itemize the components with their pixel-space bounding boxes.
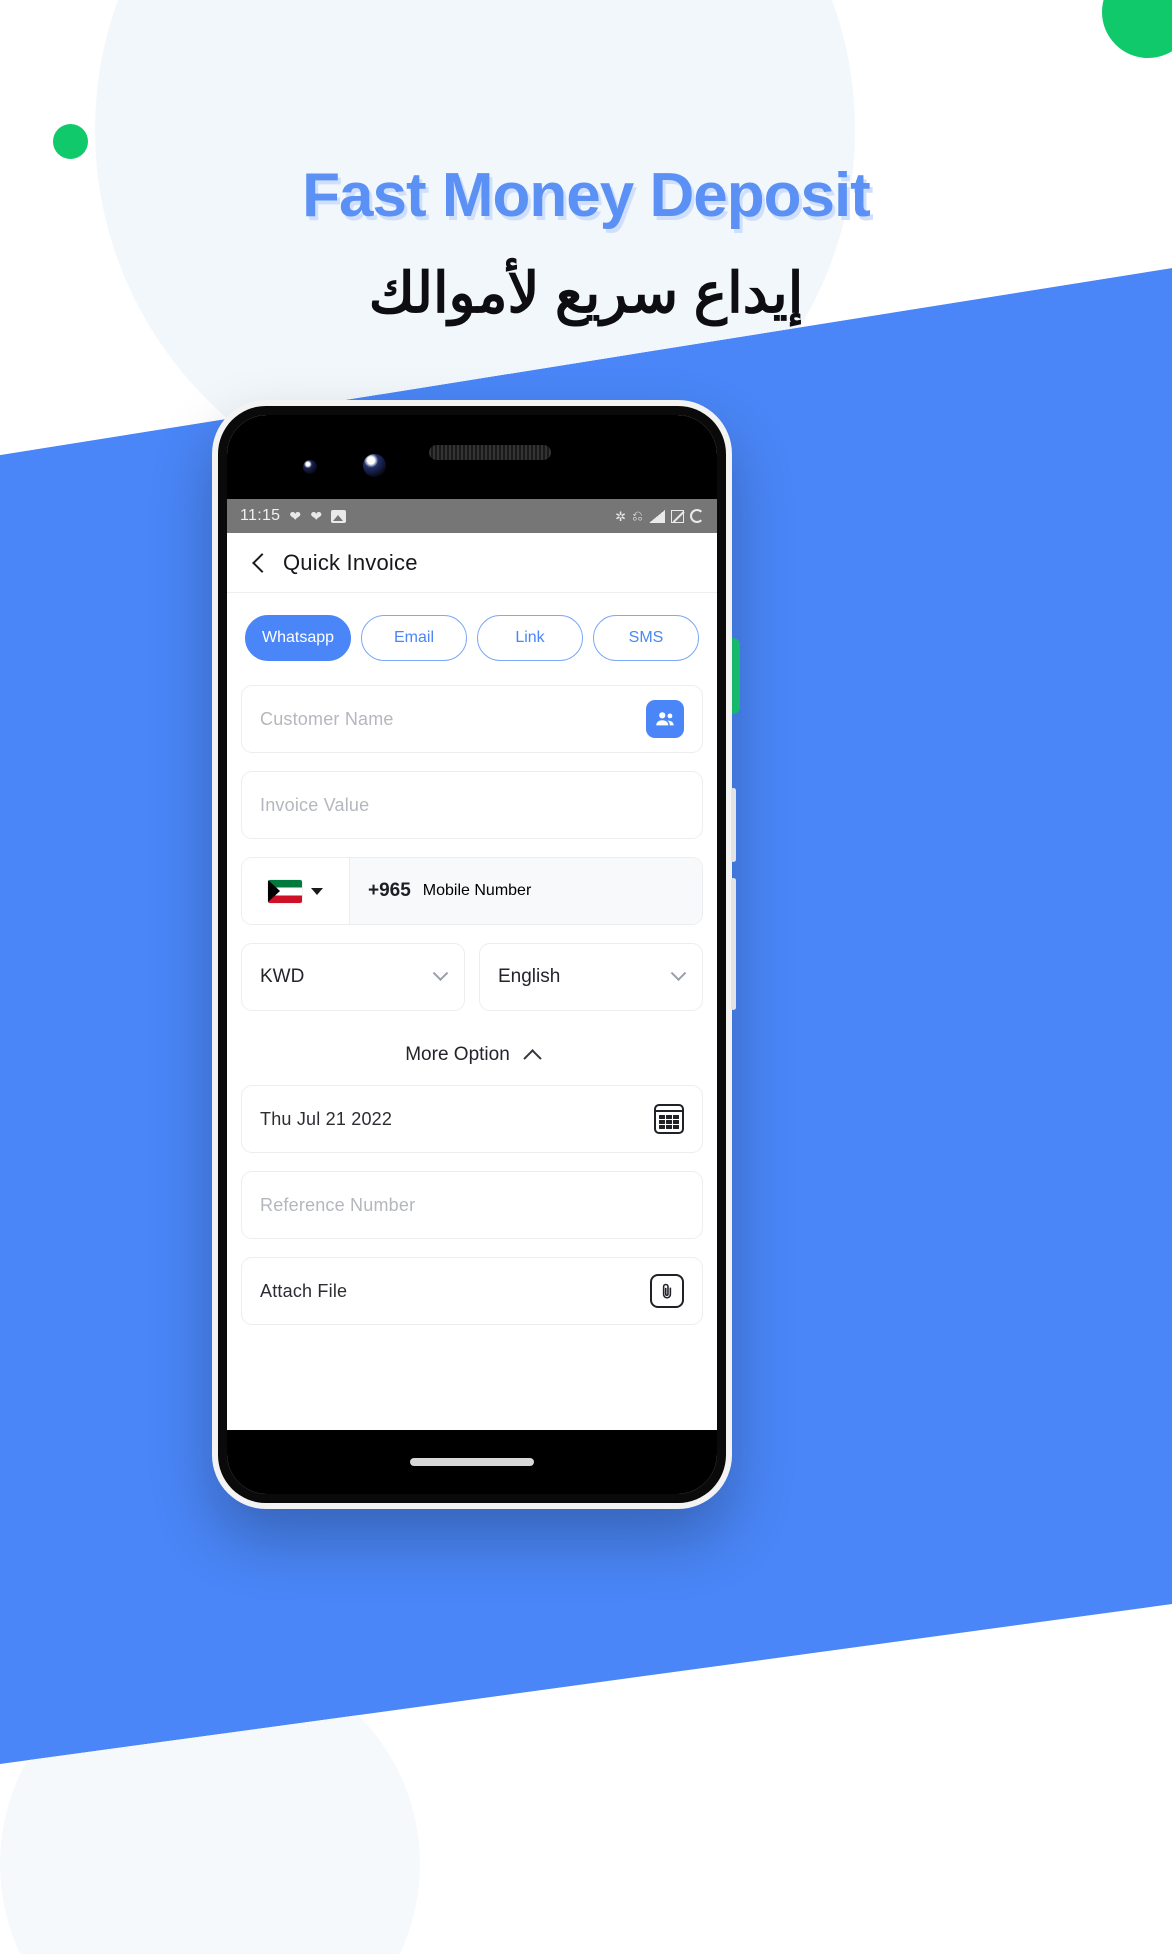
contacts-icon[interactable] [646,700,684,738]
mobile-number-field[interactable]: +965 Mobile Number [350,858,702,924]
invoice-value-field[interactable]: Invoice Value [241,771,703,839]
currency-language-row: KWD English [241,943,703,1011]
green-dot-decoration [53,124,88,159]
customer-name-field[interactable]: Customer Name [241,685,703,753]
reference-number-placeholder: Reference Number [260,1194,416,1215]
language-value: English [498,966,561,987]
tab-whatsapp[interactable]: Whatsapp [245,615,351,661]
reference-number-field[interactable]: Reference Number [241,1171,703,1239]
tab-email[interactable]: Email [361,615,467,661]
status-time: 11:15 [240,507,281,524]
photo-icon [331,509,347,523]
no-sim-icon [671,509,684,523]
earpiece-speaker [429,445,551,460]
android-nav-bar [227,1430,717,1494]
page-title: Quick Invoice [283,549,418,575]
currency-select[interactable]: KWD [241,943,465,1011]
promo-stage: Fast Money Deposit إيداع سريع لأموالك 11… [0,0,1172,1954]
chevron-up-icon [523,1048,542,1068]
page-title-english: Fast Money Deposit [302,161,871,230]
camera-icon-secondary [303,460,317,474]
android-status-bar: 11:15 ❤ ❤ ✲ ⎌ [227,499,717,533]
kuwait-flag-icon [268,879,302,903]
attach-file-field[interactable]: Attach File [241,1257,703,1325]
currency-value: KWD [260,966,305,987]
bluetooth-icon: ✲ [615,508,627,524]
paperclip-icon[interactable] [650,1274,684,1308]
attach-file-label: Attach File [260,1280,348,1301]
phone-side-button-power [731,878,736,1010]
invoice-value-placeholder: Invoice Value [260,794,370,815]
chevron-down-icon [311,887,323,895]
app-content: Whatsapp Email Link SMS Customer Name In… [227,593,717,1430]
phone-screen: 11:15 ❤ ❤ ✲ ⎌ Quick Invoice Whatsapp Ema… [227,415,717,1494]
customer-name-placeholder: Customer Name [260,708,394,729]
signal-icon [649,509,665,523]
vibrate-icon: ⎌ [632,508,643,523]
more-option-toggle[interactable]: More Option [241,1025,703,1085]
tab-link[interactable]: Link [477,615,583,661]
date-value: Thu Jul 21 2022 [260,1108,393,1129]
calendar-icon[interactable] [654,1104,684,1134]
phone-side-button-volume [731,788,736,862]
mobile-number-placeholder: Mobile Number [422,882,532,899]
heart-icon: ❤ [310,508,323,524]
heart-icon: ❤ [289,508,302,524]
date-field[interactable]: Thu Jul 21 2022 [241,1085,703,1153]
phone-top-bezel [227,415,717,499]
tab-sms[interactable]: SMS [593,615,699,661]
mobile-number-row: +965 Mobile Number [241,857,703,925]
back-chevron-icon[interactable] [247,551,271,575]
status-bar-left: 11:15 ❤ ❤ [240,507,347,525]
phone-mockup: 11:15 ❤ ❤ ✲ ⎌ Quick Invoice Whatsapp Ema… [212,400,736,1509]
promo-headings: Fast Money Deposit إيداع سريع لأموالك [0,160,1172,330]
status-bar-right: ✲ ⎌ [615,508,704,524]
chevron-down-icon [670,964,687,981]
nav-gesture-pill[interactable] [410,1458,534,1466]
page-title-arabic: إيداع سريع لأموالك [368,261,804,325]
app-header: Quick Invoice [227,533,717,593]
language-select[interactable]: English [479,943,703,1011]
camera-icon-primary [363,454,386,477]
dial-code: +965 [368,880,411,901]
battery-icon [690,509,704,523]
chevron-down-icon [432,964,449,981]
country-code-selector[interactable] [242,858,350,924]
more-option-label: More Option [405,1044,510,1065]
phone-body: 11:15 ❤ ❤ ✲ ⎌ Quick Invoice Whatsapp Ema… [218,406,726,1503]
channel-tabs: Whatsapp Email Link SMS [241,615,703,661]
